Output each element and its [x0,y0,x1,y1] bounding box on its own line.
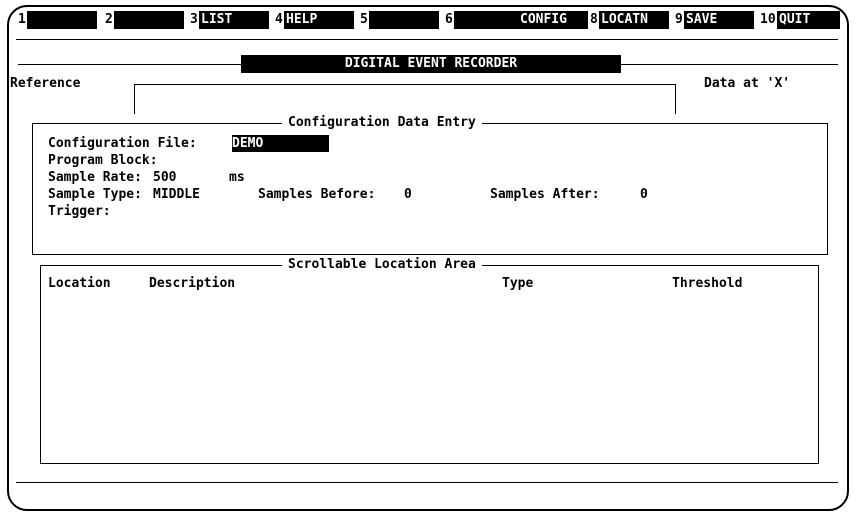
samples-before-input[interactable]: 0 [404,187,412,203]
data-at-label: Data at 'X' [704,76,791,91]
location-area[interactable] [40,265,819,464]
samples-after-input[interactable]: 0 [640,187,648,203]
fkey-label [27,11,97,29]
fkey-8-locatn[interactable]: 8 LOCATN [590,11,670,29]
fkey-label: QUIT [777,11,840,29]
fkey-number: 7 [509,12,517,27]
fkey-number: 8 [590,12,598,27]
fkey-4-help[interactable]: 4 HELP [275,11,355,29]
reference-label: Reference [10,76,81,91]
program-block-label: Program Block: [48,153,158,168]
fkey-1[interactable]: 1 [18,11,98,29]
fkey-number: 10 [760,12,776,27]
fkey-label: HELP [284,11,354,29]
sample-type-label: Sample Type: [48,187,142,202]
config-file-label: Configuration File: [48,136,197,151]
program-block-input[interactable] [190,153,390,169]
config-section-title: Configuration Data Entry [282,115,482,131]
fkey-number: 5 [360,12,368,27]
fkey-7-config[interactable]: 7 CONFIG [509,11,589,29]
sample-rate-unit: ms [229,170,245,185]
fkey-9-save[interactable]: 9 SAVE [675,11,755,29]
samples-before-label: Samples Before: [258,187,376,202]
location-area-title: Scrollable Location Area [282,257,482,273]
fkey-number: 3 [190,12,198,27]
trigger-label: Trigger: [48,204,111,219]
config-file-input[interactable]: DEMO [232,135,329,152]
fkey-number: 4 [275,12,283,27]
bottom-divider [16,482,838,483]
sample-type-input[interactable]: MIDDLE [153,187,200,203]
fkey-label: SAVE [684,11,754,29]
fkey-label: LOCATN [599,11,669,29]
fkey-label: CONFIG [518,11,588,29]
column-header-type: Type [502,276,534,291]
fkey-2[interactable]: 2 [105,11,185,29]
function-key-bar: 1 2 3 LIST 4 HELP 5 6 7 CONFIG 8 LOCATN … [18,11,840,29]
reference-field[interactable] [134,84,676,114]
sample-rate-input[interactable]: 500 [153,170,176,186]
trigger-input[interactable] [130,204,430,220]
fkey-label [114,11,184,29]
page-title: DIGITAL EVENT RECORDER [241,55,621,73]
column-header-location: Location [48,276,111,291]
sample-rate-label: Sample Rate: [48,170,142,185]
fkey-label: LIST [199,11,269,29]
fkey-number: 9 [675,12,683,27]
fkey-divider [16,39,838,40]
fkey-number: 1 [18,12,26,27]
fkey-number: 2 [105,12,113,27]
fkey-10-quit[interactable]: 10 QUIT [760,11,840,29]
fkey-label [369,11,439,29]
fkey-3-list[interactable]: 3 LIST [190,11,270,29]
column-header-threshold: Threshold [672,276,743,291]
fkey-5[interactable]: 5 [360,11,440,29]
column-header-description: Description [149,276,236,291]
fkey-number: 6 [445,12,453,27]
samples-after-label: Samples After: [490,187,600,202]
